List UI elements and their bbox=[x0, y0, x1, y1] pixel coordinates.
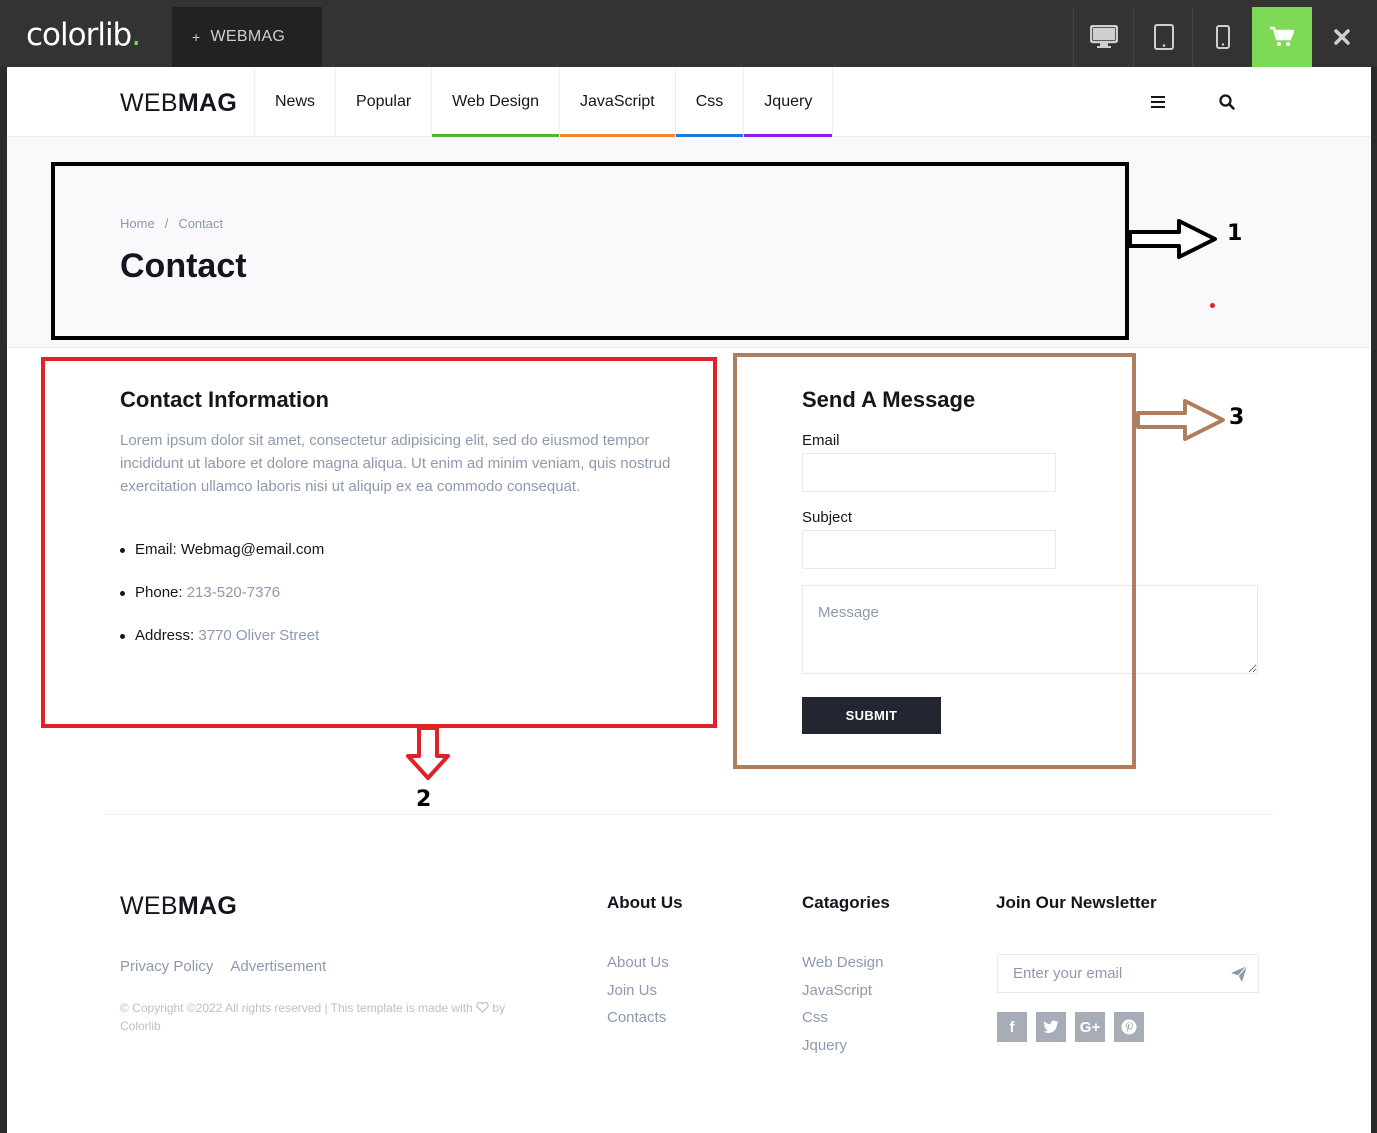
footer-logo[interactable]: WEBMAG bbox=[120, 892, 237, 921]
desktop-view-button[interactable] bbox=[1073, 7, 1133, 67]
nav-item-javascript[interactable]: JavaScript bbox=[559, 67, 675, 137]
annotation-number-3: 3 bbox=[1229, 405, 1245, 430]
breadcrumb-home[interactable]: Home bbox=[120, 216, 155, 231]
contact-email: Email: Webmag@email.com bbox=[120, 541, 324, 584]
newsletter-title: Join Our Newsletter bbox=[996, 893, 1157, 912]
newsletter-email-input[interactable] bbox=[998, 955, 1218, 992]
facebook-icon[interactable]: f bbox=[997, 1012, 1027, 1042]
footer-links: Privacy Policy Advertisement bbox=[120, 958, 343, 975]
email-field[interactable] bbox=[802, 453, 1056, 492]
about-links: About Us Join Us Contacts bbox=[607, 954, 669, 1037]
preview-toolbar: colorlib. + WEBMAG bbox=[0, 0, 1377, 67]
annotation-number-2: 2 bbox=[416, 787, 432, 812]
colorlib-link[interactable]: Colorlib bbox=[120, 1019, 161, 1033]
nav-item-label: Jquery bbox=[764, 93, 813, 110]
site-header: WEBMAG News Popular Web Design JavaScript Cs… bbox=[7, 67, 1371, 137]
nav-item-label: JavaScript bbox=[580, 93, 655, 110]
colorlib-logo[interactable]: colorlib. bbox=[26, 17, 141, 53]
tablet-icon bbox=[1153, 24, 1174, 50]
submit-button[interactable]: SUBMIT bbox=[802, 697, 941, 734]
nav-item-news[interactable]: News bbox=[254, 67, 335, 137]
nav-item-css[interactable]: Css bbox=[674, 67, 744, 137]
nav-item-label: Popular bbox=[356, 93, 412, 110]
contact-email-link[interactable]: Webmag@email.com bbox=[181, 541, 324, 558]
mobile-icon bbox=[1215, 25, 1230, 49]
message-field[interactable] bbox=[802, 585, 1258, 674]
send-icon[interactable] bbox=[1230, 965, 1248, 983]
nav-item-web-design[interactable]: Web Design bbox=[431, 67, 560, 137]
categories-title: Catagories bbox=[802, 893, 890, 912]
subject-label: Subject bbox=[802, 509, 853, 526]
privacy-policy-link[interactable]: Privacy Policy bbox=[120, 958, 213, 975]
contact-info-list: Email: Webmag@email.com Phone: 213-520-7… bbox=[120, 541, 324, 670]
annotation-arrow-3 bbox=[1136, 399, 1225, 441]
contact-phone: Phone: 213-520-7376 bbox=[120, 584, 324, 627]
annotation-number-1: 1 bbox=[1227, 221, 1243, 246]
page-title: Contact bbox=[120, 247, 247, 285]
desktop-icon bbox=[1089, 25, 1118, 48]
twitter-icon[interactable] bbox=[1036, 1012, 1066, 1042]
subject-field[interactable] bbox=[802, 530, 1056, 569]
category-javascript-link[interactable]: JavaScript bbox=[802, 982, 883, 1010]
contacts-link[interactable]: Contacts bbox=[607, 1009, 669, 1037]
page-frame: WEBMAG News Popular Web Design JavaScript Cs… bbox=[7, 67, 1371, 1133]
category-web-design-link[interactable]: Web Design bbox=[802, 954, 883, 982]
red-dot-marker bbox=[1210, 303, 1215, 308]
close-icon bbox=[1334, 29, 1350, 45]
heart-icon bbox=[476, 1001, 489, 1013]
about-title: About Us bbox=[607, 893, 683, 912]
annotation-arrow-2 bbox=[406, 726, 450, 780]
tablet-view-button[interactable] bbox=[1133, 7, 1193, 67]
category-css-link[interactable]: Css bbox=[802, 1009, 883, 1037]
join-us-link[interactable]: Join Us bbox=[607, 982, 669, 1010]
template-tab[interactable]: + WEBMAG bbox=[172, 7, 322, 67]
template-tab-label: WEBMAG bbox=[210, 28, 286, 45]
contact-info-title: Contact Information bbox=[120, 387, 329, 412]
nav-item-label: Web Design bbox=[452, 93, 540, 110]
categories-links: Web Design JavaScript Css Jquery bbox=[802, 954, 883, 1064]
breadcrumb-current: Contact bbox=[178, 216, 224, 231]
nav-item-label: Css bbox=[695, 93, 724, 110]
site-logo[interactable]: WEBMAG bbox=[120, 89, 237, 118]
close-preview-button[interactable] bbox=[1312, 7, 1372, 67]
breadcrumb: Home / Contact bbox=[120, 216, 224, 231]
main-nav: News Popular Web Design JavaScript Css Jquery bbox=[254, 67, 834, 137]
nav-item-jquery[interactable]: Jquery bbox=[743, 67, 834, 137]
email-label: Email bbox=[802, 432, 840, 449]
footer-divider bbox=[105, 814, 1273, 815]
plus-icon: + bbox=[192, 29, 201, 45]
menu-icon[interactable] bbox=[1150, 93, 1168, 111]
advertisement-link[interactable]: Advertisement bbox=[230, 958, 326, 975]
cart-icon bbox=[1270, 26, 1295, 46]
category-jquery-link[interactable]: Jquery bbox=[802, 1037, 883, 1065]
search-icon[interactable] bbox=[1218, 93, 1236, 111]
nav-item-label: News bbox=[275, 93, 316, 110]
copyright: © Copyright ©2022 All rights reserved | … bbox=[120, 1001, 506, 1033]
form-title: Send A Message bbox=[802, 387, 976, 412]
page-header-section: Home / Contact Contact bbox=[7, 137, 1371, 348]
contact-info-text: Lorem ipsum dolor sit amet, consectetur … bbox=[120, 432, 671, 495]
google-plus-icon[interactable]: G+ bbox=[1075, 1012, 1105, 1042]
buy-button[interactable] bbox=[1252, 7, 1312, 67]
newsletter-form bbox=[997, 954, 1259, 993]
contact-address: Address: 3770 Oliver Street bbox=[120, 627, 324, 670]
about-us-link[interactable]: About Us bbox=[607, 954, 669, 982]
mobile-view-button[interactable] bbox=[1192, 7, 1252, 67]
nav-item-popular[interactable]: Popular bbox=[335, 67, 431, 137]
pinterest-icon[interactable] bbox=[1114, 1012, 1144, 1042]
